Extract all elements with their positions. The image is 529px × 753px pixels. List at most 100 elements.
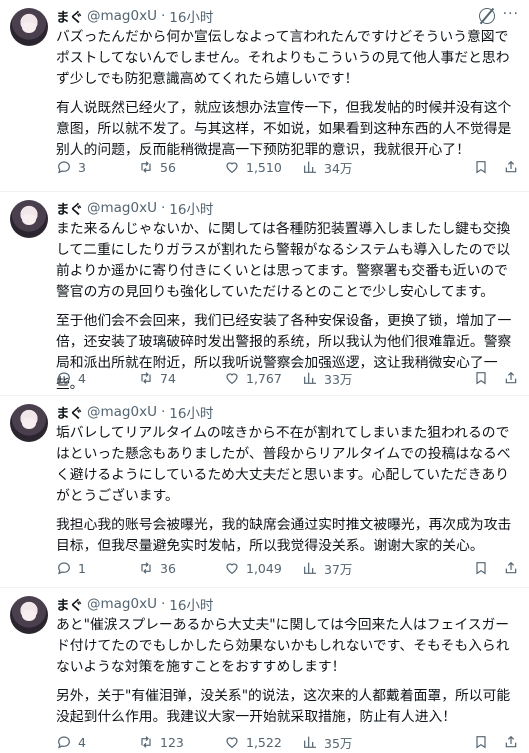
user-handle[interactable]: @mag0xU: [87, 404, 157, 420]
views-icon: [304, 736, 316, 748]
avatar[interactable]: [10, 596, 48, 634]
tweet[interactable]: まぐ @mag0xU · 16小时 垢バレしてリアルタイムの呟きから不在が割れて…: [0, 396, 529, 588]
retweet-button[interactable]: 56: [138, 159, 224, 175]
retweet-count: 74: [160, 370, 176, 386]
view-count: 35万: [324, 735, 353, 751]
separator-dot: ·: [160, 404, 166, 420]
display-name[interactable]: まぐ: [56, 198, 83, 218]
reply-count: 1: [78, 560, 86, 576]
tweet-original-text: また来るんじゃないか、に関しては各種防犯装置導入しましたし鍵も交換して二重にした…: [56, 221, 511, 300]
user-handle[interactable]: @mag0xU: [87, 200, 157, 216]
tweet-header: まぐ @mag0xU · 16小时: [56, 198, 519, 218]
user-handle[interactable]: @mag0xU: [87, 596, 157, 612]
timestamp[interactable]: 16小时: [169, 198, 213, 218]
more-icon[interactable]: ···: [503, 6, 519, 22]
display-name[interactable]: まぐ: [56, 402, 83, 422]
reply-icon: [58, 372, 70, 385]
tweet-actions: 1 36 1,049 37万: [56, 558, 519, 578]
reply-icon: [58, 562, 70, 575]
heart-icon: [226, 737, 238, 749]
share-button[interactable]: [503, 370, 519, 386]
bookmark-button[interactable]: [473, 734, 489, 750]
views-icon: [304, 562, 316, 574]
reply-count: 4: [78, 734, 86, 750]
like-button[interactable]: 1,522: [224, 734, 302, 750]
avatar[interactable]: [10, 8, 48, 46]
tweet[interactable]: まぐ @mag0xU · 16小时 また来るんじゃないか、に関しては各種防犯装置…: [0, 192, 529, 396]
bookmark-button[interactable]: [473, 370, 489, 386]
reply-icon: [58, 736, 70, 749]
like-button[interactable]: 1,767: [224, 370, 302, 386]
views-icon: [304, 161, 316, 173]
view-count: 37万: [324, 561, 353, 577]
tweet-header: まぐ @mag0xU · 16小时: [56, 6, 519, 26]
reply-count: 3: [78, 159, 86, 175]
tweet-original-text: 垢バレしてリアルタイムの呟きから不在が割れてしまいまた狙われるのではといった懸念…: [56, 425, 511, 504]
separator-dot: ·: [160, 596, 166, 612]
view-count: 34万: [324, 160, 353, 176]
views-button[interactable]: 34万: [302, 158, 392, 177]
tweet[interactable]: まぐ @mag0xU · 16小时 あと"催涙スプレーあるから大丈夫"に関しては…: [0, 588, 529, 753]
retweet-button[interactable]: 74: [138, 370, 224, 386]
reply-count: 4: [78, 370, 86, 386]
tweet-text: 垢バレしてリアルタイムの呟きから不在が割れてしまいまた狙われるのではといった懸念…: [56, 423, 519, 557]
user-handle[interactable]: @mag0xU: [87, 8, 157, 24]
heart-icon: [226, 563, 238, 575]
avatar[interactable]: [10, 404, 48, 442]
retweet-button[interactable]: 123: [138, 734, 224, 750]
avatar[interactable]: [10, 200, 48, 238]
reply-button[interactable]: 1: [56, 560, 138, 576]
heart-icon: [226, 373, 238, 385]
tweet-text: あと"催涙スプレーあるから大丈夫"に関しては今回来た人はフェイスガード付けてたの…: [56, 615, 519, 728]
tweet-header: まぐ @mag0xU · 16小时: [56, 594, 519, 614]
retweet-count: 36: [160, 560, 176, 576]
tweet-translated-text: 我担心我的账号会被曝光，我的缺席会通过实时推文被曝光，再次成为攻击目标，但我尽量…: [56, 517, 512, 554]
retweet-icon: [141, 161, 151, 173]
like-button[interactable]: 1,510: [224, 159, 302, 175]
retweet-icon: [141, 372, 151, 384]
views-button[interactable]: 35万: [302, 733, 392, 752]
reply-icon: [58, 161, 70, 174]
share-button[interactable]: [503, 734, 519, 750]
display-name[interactable]: まぐ: [56, 594, 83, 614]
tweet[interactable]: まぐ @mag0xU · 16小时 ··· バズったんだから何か宣伝しなよって言…: [0, 0, 529, 192]
reply-button[interactable]: 3: [56, 159, 138, 175]
like-button[interactable]: 1,049: [224, 560, 302, 576]
timestamp[interactable]: 16小时: [169, 6, 213, 26]
bookmark-icon: [476, 372, 486, 385]
bookmark-button[interactable]: [473, 560, 489, 576]
views-button[interactable]: 37万: [302, 559, 392, 578]
like-count: 1,522: [246, 734, 282, 750]
bookmark-button[interactable]: [473, 159, 489, 175]
share-icon: [505, 160, 517, 173]
tweet-content: まぐ @mag0xU · 16小时 あと"催涙スプレーあるから大丈夫"に関しては…: [56, 594, 519, 728]
separator-dot: ·: [160, 200, 166, 216]
share-button[interactable]: [503, 159, 519, 175]
tweet-translated-text: 有人说既然已经火了，就应该想办法宣传一下，但我发帖的时候并没有这个意图，所以就不…: [56, 100, 512, 158]
tweet-translated-text: 另外，关于"有催泪弹，没关系"的说法，这次来的人都戴着面罩，所以可能没起到什么作…: [56, 688, 511, 725]
like-count: 1,767: [246, 370, 282, 386]
share-button[interactable]: [503, 560, 519, 576]
views-button[interactable]: 33万: [302, 369, 392, 388]
timeline: まぐ @mag0xU · 16小时 ··· バズったんだから何か宣伝しなよって言…: [0, 0, 529, 753]
timestamp[interactable]: 16小时: [169, 402, 213, 422]
grok-icon[interactable]: [479, 8, 495, 24]
share-icon: [505, 371, 517, 384]
reply-button[interactable]: 4: [56, 734, 138, 750]
tweet-actions: 4 74 1,767 33万: [56, 368, 519, 388]
reply-button[interactable]: 4: [56, 370, 138, 386]
display-name[interactable]: まぐ: [56, 6, 83, 26]
tweet-text: バズったんだから何か宣伝しなよって言われたんですけどそういう意図でポストしてない…: [56, 27, 519, 161]
timestamp[interactable]: 16小时: [169, 594, 213, 614]
tweet-content: まぐ @mag0xU · 16小时 垢バレしてリアルタイムの呟きから不在が割れて…: [56, 402, 519, 557]
like-count: 1,049: [246, 560, 282, 576]
separator-dot: ·: [160, 8, 166, 24]
bookmark-icon: [476, 161, 486, 174]
retweet-button[interactable]: 36: [138, 560, 224, 576]
tweet-original-text: バズったんだから何か宣伝しなよって言われたんですけどそういう意図でポストしてない…: [56, 29, 510, 87]
tweet-actions: 3 56 1,510 34万: [56, 157, 519, 177]
view-count: 33万: [324, 371, 353, 387]
share-icon: [505, 561, 517, 574]
like-count: 1,510: [246, 159, 282, 175]
retweet-count: 56: [160, 159, 176, 175]
